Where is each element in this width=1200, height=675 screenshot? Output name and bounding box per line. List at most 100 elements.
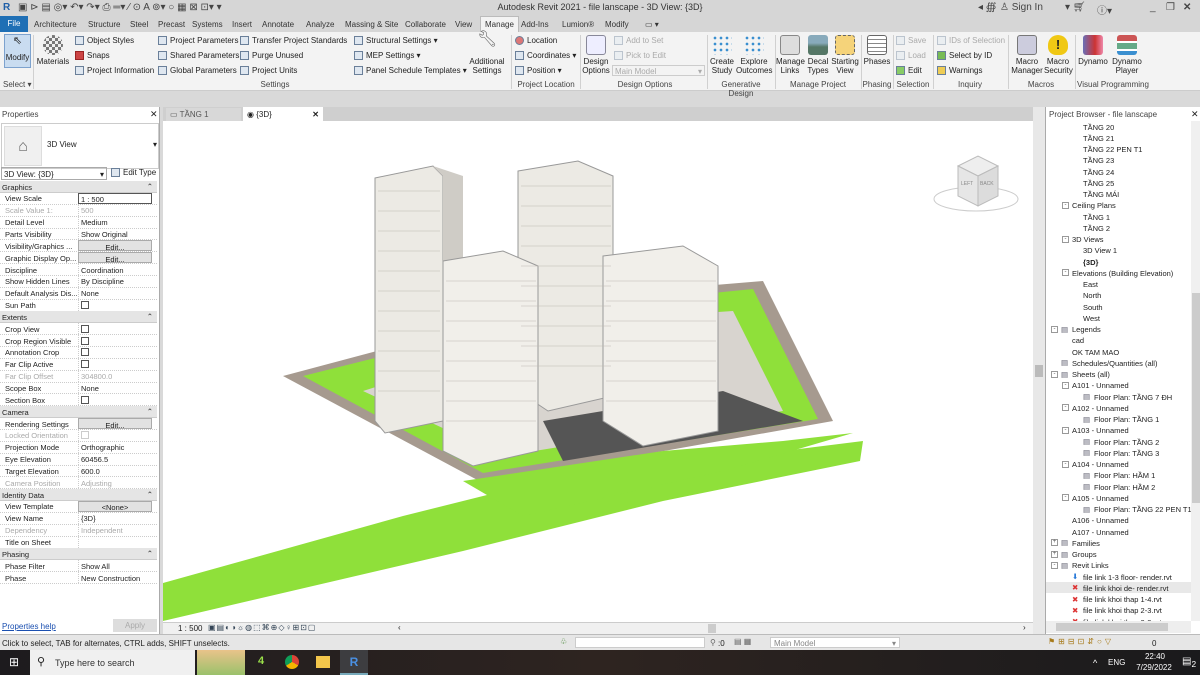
coordinates-button[interactable]: Coordinates ▾ — [515, 51, 576, 61]
workset-dropdown[interactable] — [575, 637, 705, 648]
ribbon-tab-file[interactable]: File — [0, 16, 28, 32]
snaps-button[interactable]: Snaps — [75, 51, 110, 61]
design-options-status-icon[interactable]: ▤ ▦ — [734, 637, 751, 646]
ribbon-tab-systems[interactable]: Systems — [192, 18, 223, 32]
windows-start-icon[interactable]: ⊞ — [9, 655, 19, 669]
viewcube[interactable]: LEFT BACK — [933, 155, 1019, 212]
property-value[interactable]: 600.0 — [78, 465, 152, 477]
revit-taskbar-icon[interactable]: R — [340, 650, 368, 675]
shared-parameters-button[interactable]: Shared Parameters — [158, 51, 239, 61]
view-control-icons[interactable]: ▣▤◐◑☼◍⬚⌘⊕◇♀⊞⊡▢ — [208, 623, 316, 632]
binoculars-icon[interactable]: ◂ ∰ — [978, 2, 996, 13]
checkbox[interactable] — [81, 324, 89, 333]
browser-item[interactable]: - A103 - Unnamed — [1046, 425, 1191, 436]
app-4-icon[interactable]: 4 — [258, 655, 264, 667]
cart-icon[interactable]: ▾ 🛒︎ — [1065, 2, 1086, 13]
viewcube-left-face[interactable]: LEFT — [961, 181, 973, 187]
browser-item[interactable]: - ▤ Revit Links — [1046, 560, 1191, 571]
browser-item[interactable]: - A105 - Unnamed — [1046, 492, 1191, 503]
browser-item[interactable]: South — [1046, 301, 1191, 312]
browser-item[interactable]: OK TAM MAO — [1046, 346, 1191, 357]
browser-item[interactable]: ▤ Floor Plan: TẦNG 22 PEN T1 — [1046, 504, 1192, 515]
browser-scroll-thumb[interactable] — [1192, 293, 1200, 503]
browser-close-button[interactable]: ✕ — [1191, 109, 1199, 120]
ribbon-tab-analyze[interactable]: Analyze — [306, 18, 334, 32]
view-tab-tang-1[interactable]: ▭ TẦNG 1 — [166, 108, 241, 121]
property-value[interactable]: Show All — [78, 560, 152, 572]
dynamo-player-button[interactable]: Dynamo Player — [1110, 35, 1144, 75]
browser-item[interactable]: + ▤ Groups — [1046, 549, 1191, 560]
tray-chevron-icon[interactable]: ^ — [1093, 658, 1097, 668]
expand-toggle-icon[interactable]: + — [1051, 539, 1058, 547]
position-button[interactable]: Position ▾ — [515, 66, 562, 76]
ribbon-tab-lumion[interactable]: Lumion® — [562, 18, 594, 32]
property-value[interactable]: Show Original — [78, 228, 152, 240]
type-dropdown-arrow-icon[interactable]: ▾ — [153, 140, 157, 149]
edit-selection-button[interactable]: Edit — [896, 66, 922, 76]
location-button[interactable]: Location — [515, 36, 557, 46]
browser-hscroll-thumb[interactable] — [1056, 623, 1168, 631]
checkbox[interactable] — [81, 360, 89, 369]
property-value[interactable]: Orthographic — [78, 441, 152, 453]
collapse-toggle-icon[interactable]: - — [1062, 269, 1069, 277]
checkbox[interactable] — [81, 395, 89, 404]
view-tab-3d[interactable]: ◉ {3D} ✕ — [243, 107, 323, 121]
collapse-toggle-icon[interactable]: - — [1062, 460, 1069, 468]
hscroll-thumb[interactable] — [708, 624, 716, 633]
object-styles-button[interactable]: Object Styles — [75, 36, 134, 46]
file-explorer-icon[interactable] — [316, 656, 330, 668]
property-section[interactable]: Extents ⌃ — [0, 311, 157, 324]
view-scale-button[interactable]: 1 : 500 — [178, 624, 202, 633]
purge-unused-button[interactable]: Purge Unused — [240, 51, 303, 61]
design-option-dropdown[interactable]: Main Model ▾ — [612, 65, 705, 76]
selection-toggle-icons[interactable]: ⚑⊞⊟⊡⇵○▽ — [1048, 637, 1114, 646]
property-checkbox-cell[interactable] — [78, 323, 152, 335]
property-value[interactable]: New Construction — [78, 572, 152, 584]
pick-to-edit-button[interactable]: Pick to Edit — [614, 51, 666, 61]
browser-item[interactable]: A106 - Unnamed — [1046, 515, 1191, 526]
browser-hscrollbar[interactable] — [1046, 621, 1191, 633]
collapse-icon[interactable]: ⌃ — [147, 182, 153, 191]
editing-requests-icon[interactable]: ⚲ — [710, 638, 716, 647]
ribbon-tab-annotate[interactable]: Annotate — [262, 18, 294, 32]
collapse-toggle-icon[interactable]: - — [1062, 235, 1069, 243]
browser-item[interactable]: ▤ Floor Plan: HẦM 2 — [1046, 481, 1191, 492]
property-value[interactable]: {3D} — [78, 512, 152, 524]
active-design-option-dropdown[interactable]: Main Model ▾ — [770, 637, 900, 648]
sign-in-button[interactable]: ♙ Sign In — [1000, 2, 1043, 13]
browser-item[interactable]: ▤ Floor Plan: TẦNG 3 — [1046, 447, 1191, 458]
property-value[interactable]: None — [78, 382, 152, 394]
property-value[interactable] — [78, 536, 152, 548]
vscroll-thumb[interactable] — [1035, 365, 1043, 377]
global-parameters-button[interactable]: Global Parameters — [158, 66, 237, 76]
browser-item[interactable]: ✖ file link khoi de- render.rvt — [1046, 582, 1191, 594]
browser-item[interactable]: - A104 - Unnamed — [1046, 459, 1191, 470]
ribbon-tab-precast[interactable]: Precast — [158, 18, 185, 32]
phases-button[interactable]: Phases — [863, 35, 891, 66]
close-tab-icon[interactable]: ✕ — [312, 110, 319, 119]
property-section[interactable]: Phasing ⌃ — [0, 548, 157, 561]
hscroll-left-arrow[interactable]: ‹ — [398, 623, 401, 632]
collapse-toggle-icon[interactable]: - — [1062, 201, 1069, 209]
expand-toggle-icon[interactable]: + — [1051, 550, 1058, 558]
browser-item[interactable]: ▤ Schedules/Quantities (all) — [1046, 357, 1191, 368]
browser-item[interactable]: cad — [1046, 335, 1191, 346]
macro-security-button[interactable]: ! Macro Security — [1044, 35, 1073, 75]
ribbon-tab-modify[interactable]: Modify — [605, 18, 629, 32]
3d-viewport[interactable]: LEFT BACK — [163, 121, 1033, 622]
ribbon-tab-view[interactable]: View — [455, 18, 472, 32]
viewcube-back-face[interactable]: BACK — [980, 181, 994, 187]
project-parameters-button[interactable]: Project Parameters — [158, 36, 238, 46]
modify-button[interactable]: ⇖ Modify — [4, 34, 31, 68]
browser-item[interactable]: - ▤ Legends — [1046, 324, 1191, 335]
select-panel-label[interactable]: Select ▾ — [3, 80, 31, 89]
starting-view-button[interactable]: Starting View — [831, 35, 859, 75]
materials-button[interactable]: Materials — [36, 35, 70, 66]
explore-outcomes-button[interactable]: Explore Outcomes — [736, 35, 772, 75]
contextual-tab-dropdown[interactable]: ▭ ▾ — [645, 18, 659, 32]
browser-item[interactable]: TẦNG 22 PEN T1 — [1046, 144, 1191, 155]
browser-item[interactable]: TẦNG 23 — [1046, 155, 1191, 166]
create-study-button[interactable]: Create Study — [708, 35, 736, 75]
panel-schedule-templates-button[interactable]: Panel Schedule Templates ▾ — [354, 66, 467, 76]
browser-item[interactable]: TẦNG 20 — [1046, 121, 1191, 132]
